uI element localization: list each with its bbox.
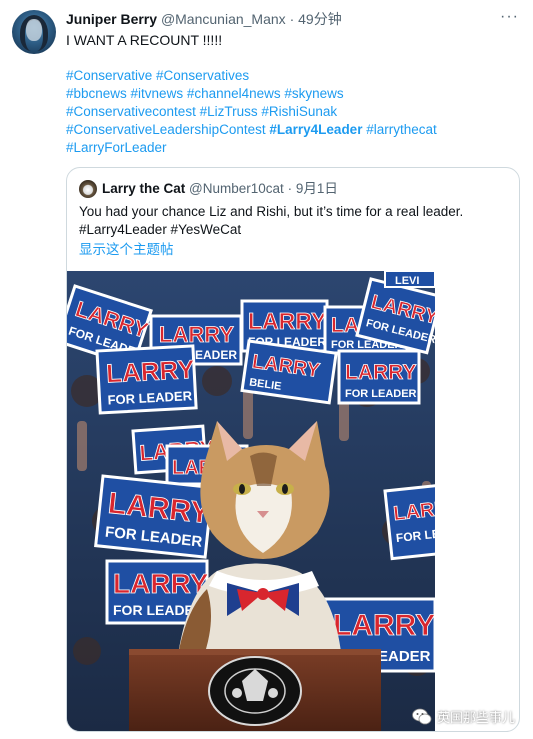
quoted-hashtags[interactable]: #Larry4Leader #YesWeCat	[79, 221, 463, 239]
svg-text:LARRY: LARRY	[113, 568, 209, 599]
tweet-hashtags: #Conservative #Conservatives #bbcnews #i…	[66, 67, 516, 157]
more-options-icon[interactable]: ···	[500, 8, 519, 26]
quoted-tweet-timestamp[interactable]: 9月1日	[296, 181, 338, 196]
quoted-author-name[interactable]: Larry the Cat	[102, 181, 185, 196]
podium	[129, 649, 381, 731]
svg-text:LARRY: LARRY	[105, 354, 195, 389]
show-thread-link[interactable]: 显示这个主题帖	[79, 241, 174, 259]
hashtag-link[interactable]: #Conservativecontest #LizTruss #RishiSun…	[66, 104, 337, 119]
quoted-text-line: You had your chance Liz and Rishi, but i…	[79, 204, 464, 219]
hashtag-link-bold[interactable]: #Larry4Leader	[269, 122, 362, 137]
hashtag-link[interactable]: #larrythecat	[366, 122, 437, 137]
tweet-header: Juniper Berry @Mancunian_Manx · 49分钟	[66, 10, 342, 28]
hashtag-link[interactable]: #Conservative #Conservatives	[66, 68, 249, 83]
svg-text:LARRY: LARRY	[159, 322, 234, 347]
quoted-tweet-header: Larry the Cat @Number10cat · 9月1日	[102, 180, 338, 198]
hashtag-link[interactable]: #LarryForLeader	[66, 140, 167, 155]
author-handle[interactable]: @Mancunian_Manx	[161, 11, 286, 27]
avatar-face-shape	[26, 19, 42, 41]
watermark: 英国那些事儿	[412, 706, 515, 726]
quoted-tweet-text: You had your chance Liz and Rishi, but i…	[79, 203, 463, 239]
svg-text:LARRY: LARRY	[333, 609, 435, 642]
tweet: Juniper Berry @Mancunian_Manx · 49分钟 ···…	[0, 0, 533, 739]
svg-text:LEVI: LEVI	[395, 275, 419, 287]
quoted-author-handle[interactable]: @Number10cat	[189, 181, 284, 196]
svg-text:LARRY: LARRY	[248, 308, 326, 334]
tweet-text: I WANT A RECOUNT !!!!!	[66, 32, 223, 48]
hashtag-link[interactable]: #bbcnews #itvnews #channel4news #skynews	[66, 86, 344, 101]
quoted-tweet-photo[interactable]: LARRY FOR LEADER LARRY FOR LEADER LARRY …	[67, 271, 435, 731]
photo-illustration: LARRY FOR LEADER LARRY FOR LEADER LARRY …	[67, 271, 435, 731]
author-name[interactable]: Juniper Berry	[66, 11, 157, 27]
svg-text:LARRY: LARRY	[345, 361, 417, 384]
wechat-icon	[412, 708, 432, 725]
svg-text:FOR LEADER: FOR LEADER	[345, 388, 417, 400]
hashtag-link[interactable]: #ConservativeLeadershipContest	[66, 122, 266, 137]
watermark-text: 英国那些事儿	[437, 709, 516, 725]
quoted-header-separator: ·	[287, 181, 293, 196]
tweet-timestamp[interactable]: 49分钟	[298, 11, 342, 27]
quoted-author-avatar[interactable]	[79, 180, 97, 198]
quoted-tweet[interactable]: Larry the Cat @Number10cat · 9月1日 You ha…	[66, 167, 520, 732]
header-separator: ·	[289, 11, 295, 27]
author-avatar[interactable]	[12, 10, 56, 54]
